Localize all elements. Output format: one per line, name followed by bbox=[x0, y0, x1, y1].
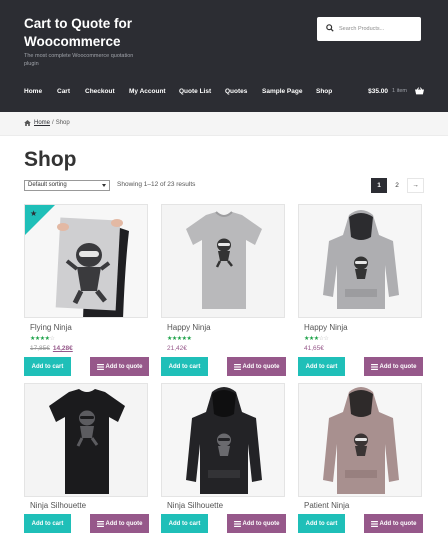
breadcrumb: Home / Shop bbox=[24, 120, 70, 126]
nav-item-home[interactable]: Home bbox=[24, 88, 42, 95]
site-header: Cart to Quote for Woocommerce The most c… bbox=[0, 0, 448, 112]
product-title[interactable]: Flying Ninja bbox=[30, 323, 72, 332]
star-icon: ★ bbox=[30, 209, 38, 218]
star-rating: ★★★☆☆ bbox=[304, 336, 329, 342]
add-to-quote-label: Add to quote bbox=[379, 363, 417, 370]
product-image[interactable]: ★ bbox=[24, 204, 148, 318]
next-page-link[interactable]: → bbox=[407, 178, 424, 193]
cart-total: $35.00 bbox=[368, 87, 389, 95]
sort-dropdown[interactable]: Default sorting bbox=[24, 180, 110, 191]
add-to-quote-label: Add to quote bbox=[379, 520, 417, 527]
list-icon bbox=[370, 520, 378, 527]
search-icon bbox=[326, 24, 334, 32]
home-icon bbox=[24, 120, 31, 126]
search-input[interactable] bbox=[339, 21, 417, 37]
product-image[interactable] bbox=[298, 204, 422, 318]
add-to-quote-button[interactable]: Add to quote bbox=[90, 357, 149, 376]
list-icon bbox=[233, 363, 241, 370]
add-to-cart-button[interactable]: Add to cart bbox=[24, 514, 71, 533]
page-title: Shop bbox=[24, 148, 77, 171]
header-cart[interactable]: $35.00 1 item bbox=[368, 87, 424, 95]
add-to-quote-label: Add to quote bbox=[105, 363, 143, 370]
product-title[interactable]: Ninja Silhouette bbox=[30, 501, 86, 510]
product-image[interactable] bbox=[24, 383, 148, 497]
product-price: 41,65€ bbox=[304, 345, 324, 352]
grey-hoodie-image bbox=[299, 205, 421, 317]
nav-item-quotes[interactable]: Quotes bbox=[225, 88, 247, 95]
black-tshirt-image bbox=[25, 384, 147, 496]
breadcrumb-separator: / bbox=[52, 120, 54, 126]
add-to-cart-button[interactable]: Add to cart bbox=[24, 357, 71, 376]
star-rating: ★★★★☆ bbox=[30, 336, 55, 342]
star-rating: ★★★★★ bbox=[167, 336, 192, 342]
grey-tshirt-image bbox=[162, 205, 284, 317]
breadcrumb-home-link[interactable]: Home bbox=[34, 120, 50, 126]
add-to-quote-label: Add to quote bbox=[105, 520, 143, 527]
product-price: 17,85€ 14,28€ bbox=[30, 345, 73, 352]
add-to-quote-button[interactable]: Add to quote bbox=[227, 357, 286, 376]
page-2-link[interactable]: 2 bbox=[389, 178, 405, 193]
add-to-quote-button[interactable]: Add to quote bbox=[227, 514, 286, 533]
list-icon bbox=[96, 520, 104, 527]
product-title[interactable]: Happy Ninja bbox=[304, 323, 348, 332]
add-to-quote-button[interactable]: Add to quote bbox=[90, 514, 149, 533]
nav-item-shop[interactable]: Shop bbox=[316, 88, 332, 95]
black-hoodie-image bbox=[162, 384, 284, 496]
chevron-down-icon bbox=[102, 184, 106, 187]
site-title[interactable]: Cart to Quote for Woocommerce bbox=[24, 15, 174, 51]
nav-item-quote-list[interactable]: Quote List bbox=[179, 88, 211, 95]
result-count: Showing 1–12 of 23 results bbox=[117, 181, 196, 188]
cart-count: 1 item bbox=[392, 88, 407, 94]
product-image[interactable] bbox=[161, 383, 285, 497]
basket-icon bbox=[415, 87, 424, 95]
price-regular: 17,85€ bbox=[30, 345, 50, 352]
sort-value: Default sorting bbox=[28, 182, 67, 188]
search-box[interactable] bbox=[317, 17, 421, 41]
add-to-quote-label: Add to quote bbox=[242, 520, 280, 527]
nav-item-checkout[interactable]: Checkout bbox=[85, 88, 115, 95]
add-to-quote-button[interactable]: Add to quote bbox=[364, 357, 423, 376]
breadcrumb-current: Shop bbox=[55, 120, 70, 126]
add-to-cart-button[interactable]: Add to cart bbox=[298, 514, 345, 533]
add-to-cart-button[interactable]: Add to cart bbox=[161, 514, 208, 533]
nav-item-cart[interactable]: Cart bbox=[57, 88, 70, 95]
price-regular: 41,65€ bbox=[304, 345, 324, 352]
page-1-current: 1 bbox=[371, 178, 387, 193]
nav-item-sample-page[interactable]: Sample Page bbox=[262, 88, 302, 95]
product-image[interactable] bbox=[161, 204, 285, 318]
list-icon bbox=[233, 520, 241, 527]
add-to-quote-button[interactable]: Add to quote bbox=[364, 514, 423, 533]
list-icon bbox=[96, 363, 104, 370]
breadcrumb-bar: Home / Shop bbox=[0, 112, 448, 136]
product-image[interactable] bbox=[298, 383, 422, 497]
product-title[interactable]: Patient Ninja bbox=[304, 501, 349, 510]
price-sale: 14,28€ bbox=[52, 345, 73, 352]
product-title[interactable]: Ninja Silhouette bbox=[167, 501, 223, 510]
add-to-cart-button[interactable]: Add to cart bbox=[161, 357, 208, 376]
list-icon bbox=[370, 363, 378, 370]
price-regular: 21,42€ bbox=[167, 345, 187, 352]
site-tagline: The most complete Woocommerce quotation … bbox=[24, 53, 134, 67]
product-price: 21,42€ bbox=[167, 345, 187, 352]
add-to-quote-label: Add to quote bbox=[242, 363, 280, 370]
pink-hoodie-image bbox=[299, 384, 421, 496]
add-to-cart-button[interactable]: Add to cart bbox=[298, 357, 345, 376]
product-title[interactable]: Happy Ninja bbox=[167, 323, 211, 332]
nav-item-my-account[interactable]: My Account bbox=[129, 88, 166, 95]
